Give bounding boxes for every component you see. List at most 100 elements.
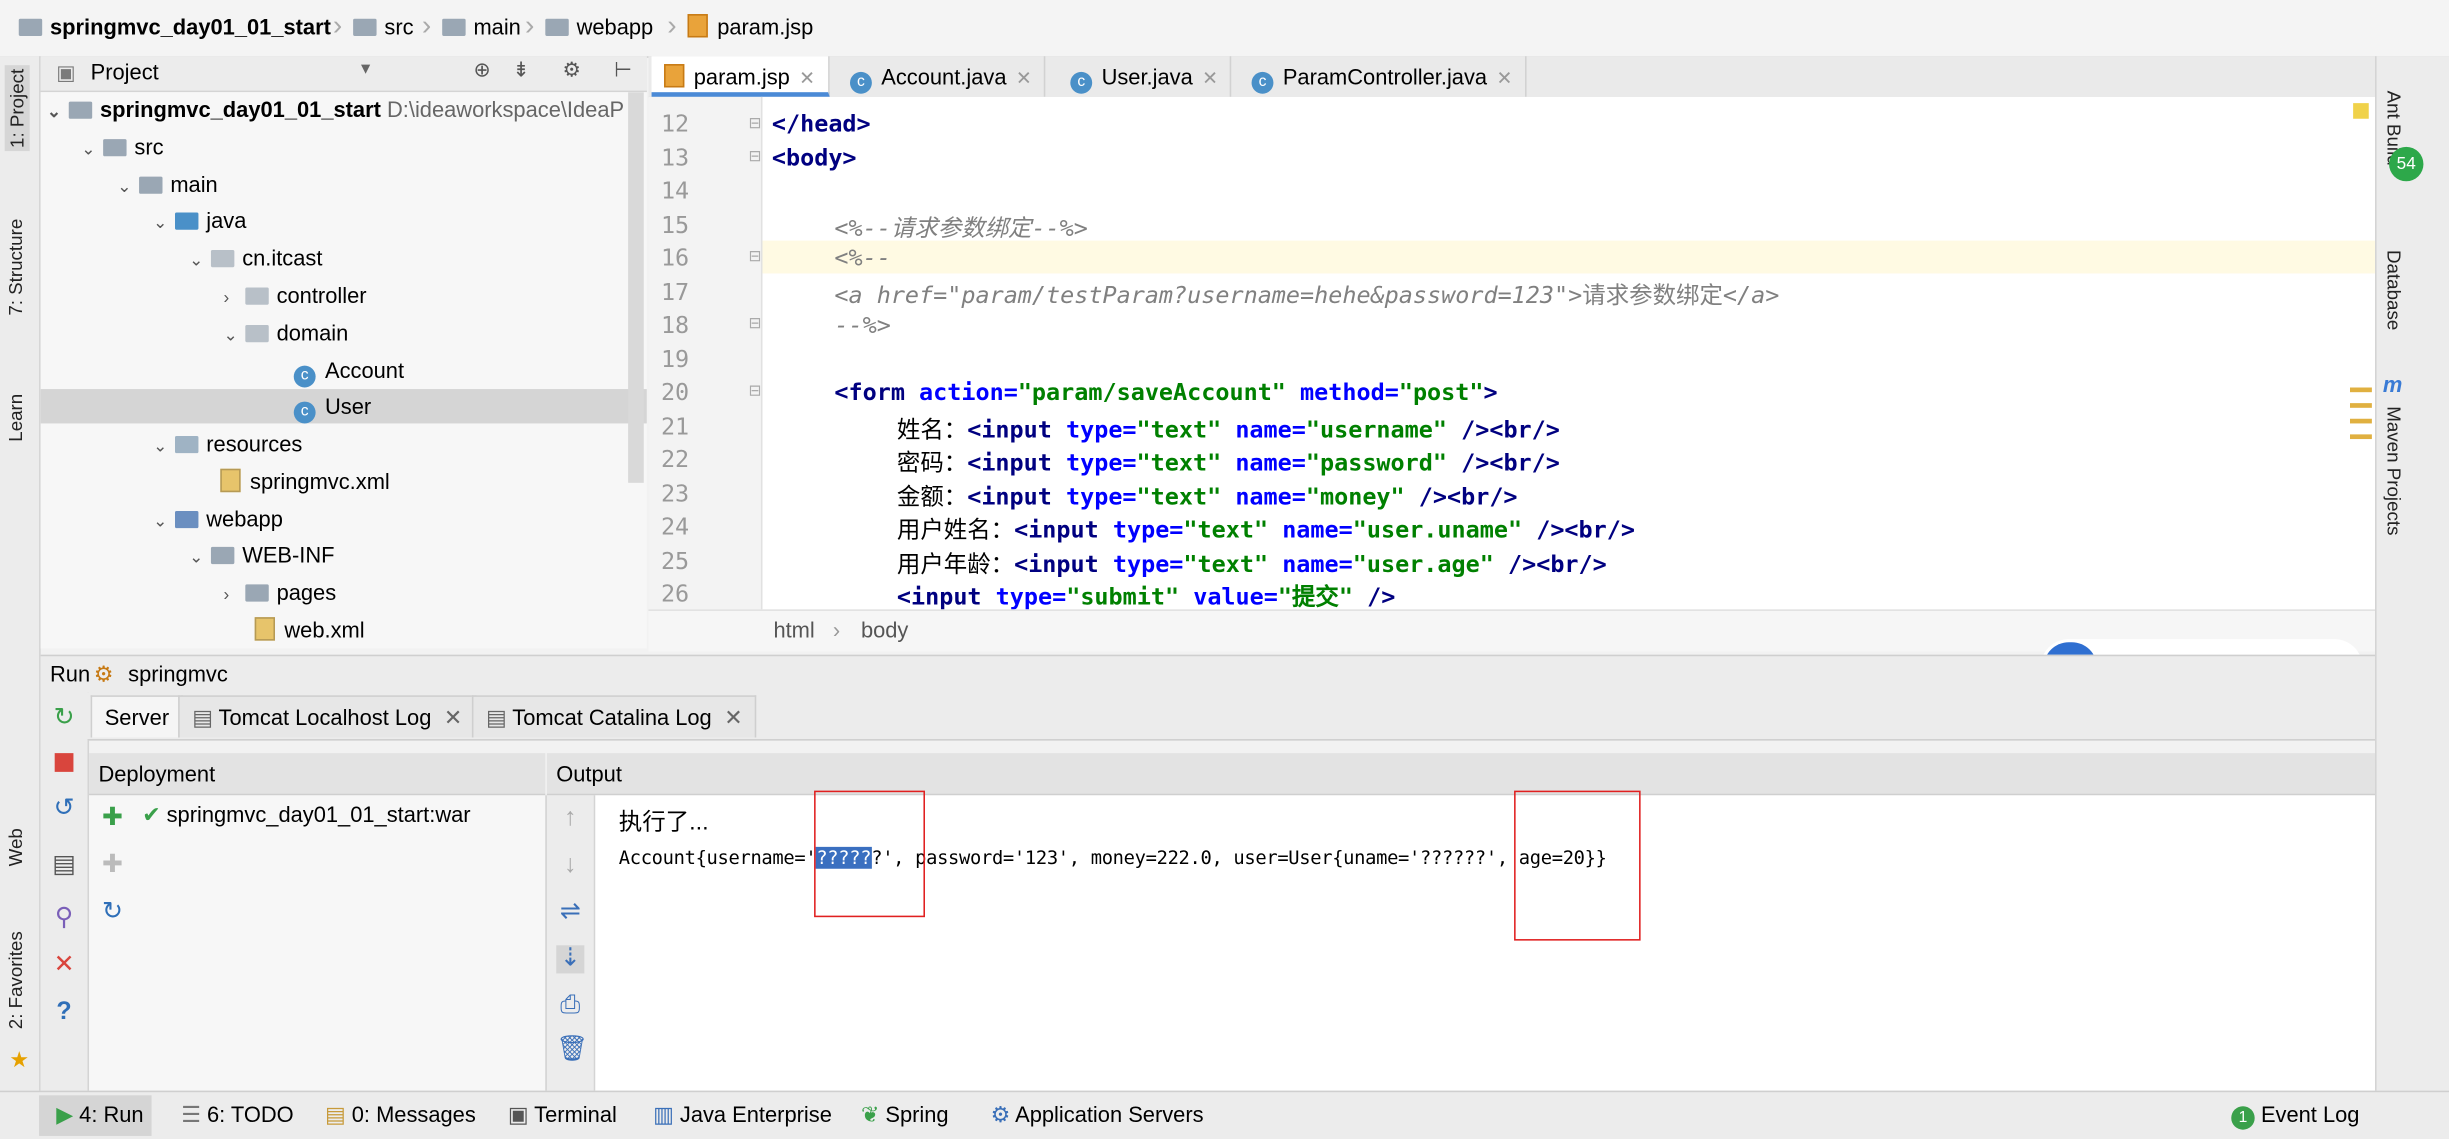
gear-icon[interactable]: ⚙: [563, 58, 581, 83]
breadcrumb-webapp[interactable]: webapp: [545, 14, 653, 39]
console-output[interactable]: 执行了... Account{username='??????', passwo…: [595, 790, 2375, 1091]
class-icon: c: [850, 71, 872, 94]
stop-icon[interactable]: [50, 752, 78, 780]
tool-tab-web[interactable]: Web: [5, 828, 27, 866]
close-icon[interactable]: ✕: [724, 705, 742, 730]
fold-icon[interactable]: ⊟: [748, 248, 761, 265]
breadcrumb-project[interactable]: springmvc_day01_01_start: [18, 14, 331, 39]
tool-button-run[interactable]: ▶ 4: Run: [56, 1102, 143, 1129]
deploy-icon[interactable]: ✚: [98, 805, 126, 833]
tree-item-controller[interactable]: › controller: [223, 278, 366, 312]
tab-tomcat-localhost-log[interactable]: ▤ Tomcat Localhost Log ✕: [178, 695, 477, 738]
breadcrumb-src[interactable]: src: [353, 14, 414, 39]
tree-item-main[interactable]: ⌄ main: [117, 167, 218, 201]
pin-icon[interactable]: ⚲: [50, 905, 78, 933]
tab-account-java[interactable]: c Account.java ✕: [838, 56, 1046, 97]
tab-tomcat-catalina-log[interactable]: ▤ Tomcat Catalina Log ✕: [471, 695, 757, 738]
line-number: 26: [660, 579, 690, 608]
breadcrumb-body[interactable]: body: [861, 617, 908, 642]
tree-scrollbar[interactable]: [628, 92, 644, 483]
close-icon[interactable]: ✕: [1496, 67, 1512, 89]
tool-tab-maven-projects[interactable]: Maven Projects: [2383, 406, 2405, 535]
folder-icon: [442, 18, 466, 36]
help-icon[interactable]: ?: [50, 998, 78, 1026]
close-icon[interactable]: ✕: [444, 705, 462, 730]
update-icon[interactable]: ↺: [50, 795, 78, 823]
close-icon[interactable]: ✕: [1016, 67, 1032, 89]
project-panel-title[interactable]: Project: [91, 59, 159, 84]
tool-button-terminal[interactable]: ▣ Terminal: [508, 1102, 617, 1129]
run-window-title[interactable]: Run: [50, 661, 90, 686]
tree-item-java[interactable]: ⌄ java: [153, 203, 246, 237]
fold-icon[interactable]: ⊟: [748, 148, 761, 165]
collapse-icon[interactable]: ⇟: [513, 58, 530, 83]
notification-badge[interactable]: 54: [2389, 146, 2424, 182]
tree-item-pages[interactable]: › pages: [223, 575, 336, 609]
locate-icon[interactable]: ⊕: [473, 58, 490, 83]
fold-icon[interactable]: ⊟: [748, 383, 761, 400]
tree-item-web-xml[interactable]: web.xml: [254, 613, 365, 647]
breadcrumb-file[interactable]: param.jsp: [687, 14, 813, 39]
tree-item-springmvc-xml[interactable]: springmvc.xml: [220, 464, 390, 498]
tool-button-application-servers[interactable]: ⚙ Application Servers: [991, 1102, 1204, 1129]
tab-param-jsp[interactable]: param.jsp ✕: [651, 56, 829, 97]
tab-paramcontroller-java[interactable]: c ParamController.java ✕: [1239, 56, 1527, 97]
close-icon[interactable]: ✕: [1202, 67, 1218, 89]
tab-server[interactable]: Server: [90, 695, 184, 738]
close-icon[interactable]: ✕: [50, 952, 78, 980]
tool-tab-project[interactable]: 1: Project: [4, 65, 30, 152]
folder-icon: [545, 18, 569, 36]
tool-button-messages[interactable]: ▤ 0: Messages: [325, 1102, 476, 1129]
project-panel-header: ▣ Project ▼ ⊕ ⇟ ⚙ ⊢: [40, 56, 647, 93]
fold-icon[interactable]: ⊟: [748, 316, 761, 333]
tool-tab-learn[interactable]: Learn: [5, 394, 27, 442]
maven-icon: m: [2382, 371, 2403, 397]
tree-item-account[interactable]: c Account: [293, 353, 404, 388]
soft-wrap-icon[interactable]: ⇌: [556, 898, 584, 926]
inspection-marker[interactable]: [2353, 103, 2369, 119]
trash-icon[interactable]: 🗑: [556, 1036, 588, 1064]
tree-item-user-selected[interactable]: c User: [40, 389, 647, 424]
code-editor[interactable]: </head> <body> <%--请求参数绑定--%> <%-- <a hr…: [762, 96, 2375, 610]
breadcrumb-separator: ›: [332, 9, 343, 41]
code-line: <form action="param/saveAccount" method=…: [834, 378, 1498, 407]
tool-button-event-log[interactable]: 1 Event Log: [2231, 1102, 2359, 1130]
tool-tab-favorites[interactable]: 2: Favorites: [5, 931, 27, 1029]
package-icon: [210, 250, 235, 268]
tree-item-resources[interactable]: ⌄ resources: [153, 427, 302, 461]
deployment-item[interactable]: ✔ springmvc_day01_01_start:war: [142, 802, 470, 829]
tree-item-src[interactable]: ⌄ src: [81, 130, 163, 164]
breadcrumb-html[interactable]: html: [773, 617, 814, 642]
code-line: 金额：<input type="text" name="money" /><br…: [896, 482, 1518, 511]
code-line: 用户姓名：<input type="text" name="user.uname…: [896, 515, 1635, 544]
close-icon[interactable]: ✕: [799, 67, 815, 89]
breadcrumb-separator: ›: [667, 9, 677, 41]
undeploy-icon[interactable]: ✚: [98, 852, 126, 880]
redeploy-icon[interactable]: ↻: [98, 898, 126, 926]
tool-tab-database[interactable]: Database: [2383, 250, 2405, 330]
tool-tab-structure[interactable]: 7: Structure: [5, 219, 27, 316]
code-line: <body>: [771, 143, 857, 172]
breadcrumb-main[interactable]: main: [442, 14, 521, 39]
print-icon[interactable]: ⎙: [556, 992, 584, 1020]
hide-icon[interactable]: ⊢: [614, 58, 632, 83]
tree-item-package[interactable]: ⌄ cn.itcast: [189, 241, 322, 275]
breadcrumb-separator: ›: [525, 9, 535, 41]
tool-button-spring[interactable]: ❦ Spring: [861, 1102, 949, 1129]
tree-item-project-root[interactable]: ⌄ springmvc_day01_01_start D:\ideaworkspa…: [47, 92, 624, 126]
tree-item-domain[interactable]: ⌄ domain: [223, 316, 348, 350]
layout-icon[interactable]: ▤: [50, 852, 78, 880]
tree-item-webapp[interactable]: ⌄ webapp: [153, 502, 283, 536]
scroll-to-end-icon[interactable]: ⇣: [556, 945, 585, 974]
fold-icon[interactable]: ⊟: [748, 116, 761, 133]
tab-user-java[interactable]: c User.java ✕: [1058, 56, 1232, 97]
tool-button-java-enterprise[interactable]: ▥ Java Enterprise: [653, 1102, 832, 1129]
chevron-down-icon[interactable]: ▼: [358, 61, 373, 78]
line-number: 25: [660, 546, 690, 575]
tree-item-web-inf[interactable]: ⌄ WEB-INF: [189, 538, 334, 572]
up-arrow-icon[interactable]: ↑: [556, 805, 584, 833]
down-arrow-icon[interactable]: ↓: [556, 852, 584, 880]
rerun-icon[interactable]: ↻: [50, 705, 78, 733]
tool-button-todo[interactable]: ☰ 6: TODO: [181, 1102, 293, 1129]
todo-icon: ☰: [181, 1101, 207, 1127]
